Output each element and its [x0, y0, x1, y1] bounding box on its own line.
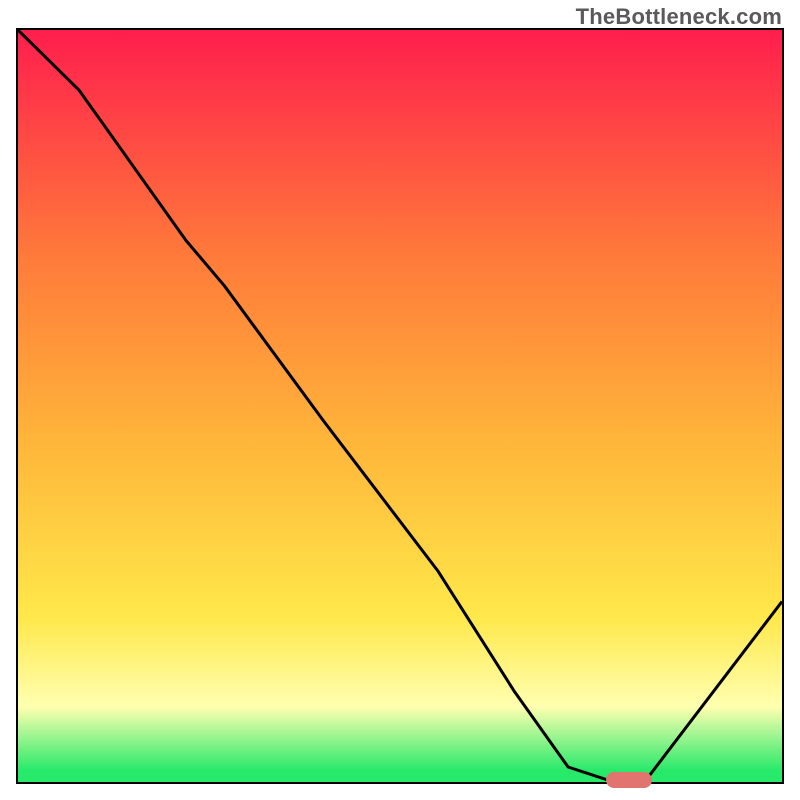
optimal-marker	[606, 772, 652, 788]
bottleneck-chart	[18, 30, 782, 782]
watermark-text: TheBottleneck.com	[576, 4, 782, 30]
gradient-fill	[18, 30, 782, 782]
